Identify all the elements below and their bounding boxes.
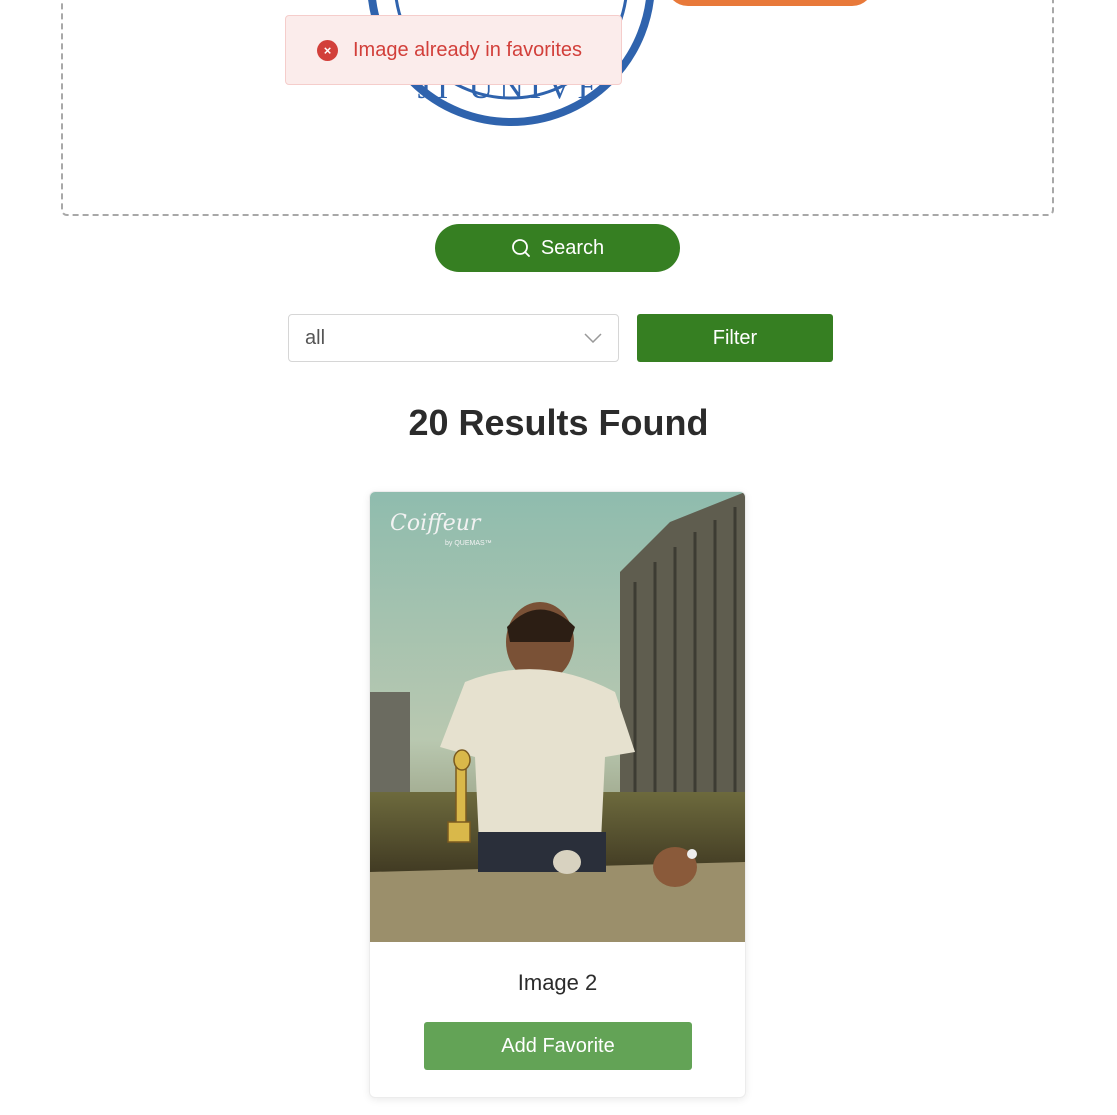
error-toast: × Image already in favorites bbox=[285, 15, 622, 85]
result-card: Coiffeur by QUEMAS™ Image 2 Add Favorite bbox=[369, 491, 746, 1098]
error-circle-icon: × bbox=[317, 39, 338, 61]
category-select-value: all bbox=[305, 326, 326, 349]
category-select[interactable]: all bbox=[288, 314, 619, 362]
add-favorite-button-label: Add Favorite bbox=[501, 1034, 615, 1057]
search-icon bbox=[511, 239, 530, 257]
add-favorite-button[interactable]: Add Favorite bbox=[424, 1022, 692, 1070]
chevron-down-icon bbox=[584, 333, 602, 343]
filter-button[interactable]: Filter bbox=[637, 314, 833, 362]
page: JI UNIVE × Image already in favorites Se… bbox=[0, 0, 1117, 1115]
upload-button[interactable] bbox=[666, 0, 874, 6]
search-button[interactable]: Search bbox=[435, 224, 680, 272]
card-image[interactable]: Coiffeur by QUEMAS™ bbox=[370, 492, 745, 942]
search-button-label: Search bbox=[540, 236, 605, 259]
card-title: Image 2 bbox=[517, 970, 598, 995]
image-caption: Coiffeur bbox=[390, 511, 482, 536]
filter-button-label: Filter bbox=[712, 326, 758, 349]
results-heading: 20 Results Found bbox=[408, 402, 709, 443]
toast-message: Image already in favorites bbox=[353, 38, 583, 61]
image-subcaption: by QUEMAS™ bbox=[445, 540, 492, 547]
